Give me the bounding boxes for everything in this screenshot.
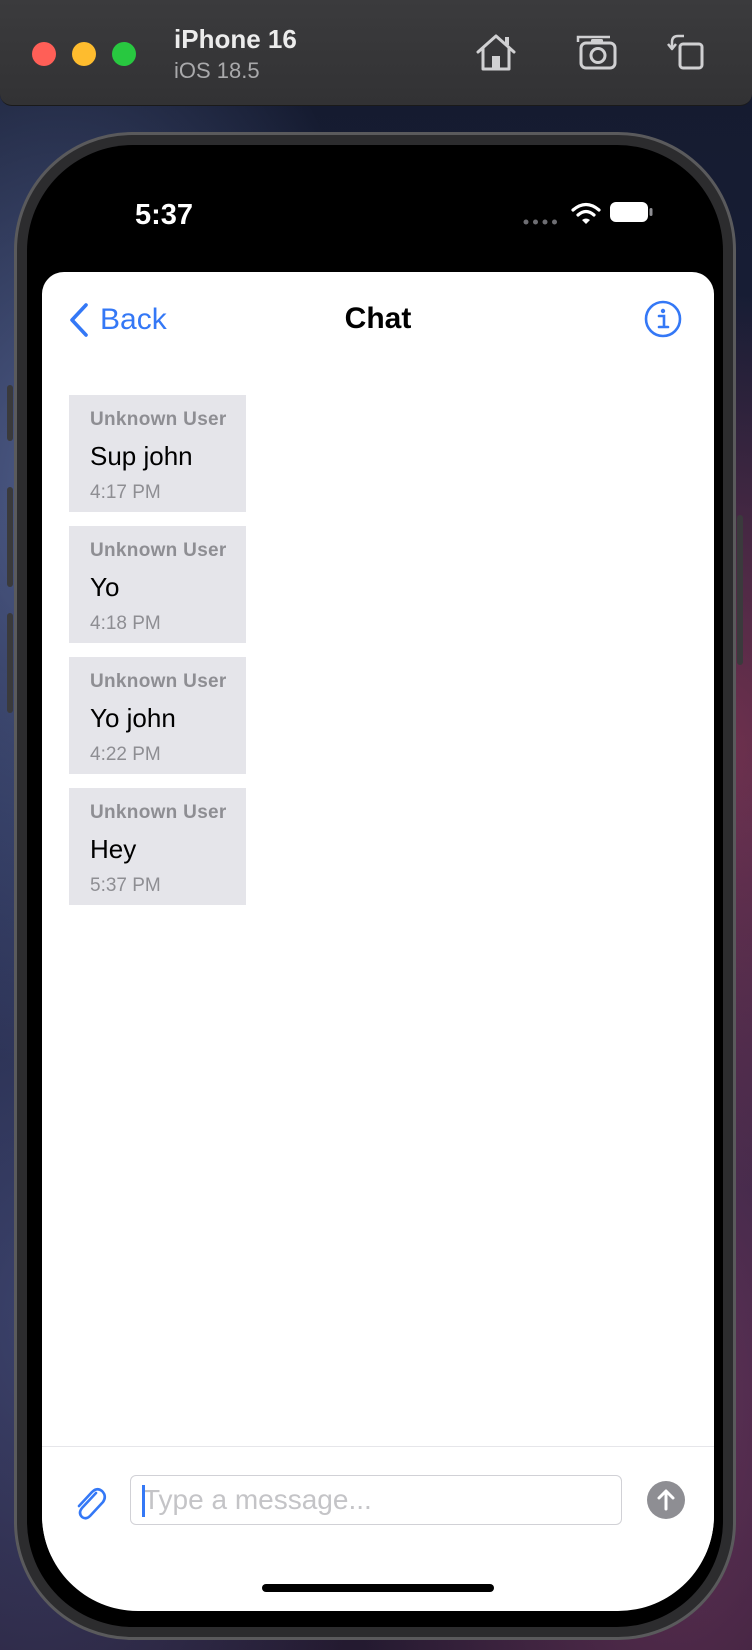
text-cursor	[142, 1485, 145, 1517]
message-text: Hey	[90, 834, 137, 864]
message-bubble: Unknown User Hey 5:37 PM	[69, 788, 246, 905]
volume-up-button	[7, 487, 13, 587]
message-time: 5:37 PM	[90, 875, 161, 896]
action-button	[7, 385, 13, 441]
message-text: Sup john	[90, 441, 193, 471]
close-window-button[interactable]	[32, 42, 56, 66]
home-icon[interactable]	[472, 30, 520, 74]
simulator-title-bar: iPhone 16 iOS 18.5	[0, 0, 752, 106]
os-version: iOS 18.5	[174, 58, 260, 83]
message-text: Yo	[90, 572, 120, 602]
message-time: 4:18 PM	[90, 613, 161, 634]
send-button[interactable]	[647, 1481, 685, 1519]
wifi-icon	[571, 202, 601, 224]
cellular-dots-icon	[523, 219, 557, 225]
message-sender: Unknown User	[90, 409, 227, 430]
arrow-up-icon	[657, 1489, 675, 1511]
home-indicator[interactable]	[262, 1584, 494, 1592]
message-input[interactable]	[130, 1475, 622, 1525]
rotate-icon[interactable]	[662, 30, 710, 74]
message-time: 4:22 PM	[90, 744, 161, 765]
page-title: Chat	[344, 302, 412, 335]
message-sender: Unknown User	[90, 802, 227, 823]
minimize-window-button[interactable]	[72, 42, 96, 66]
message-time: 4:17 PM	[90, 482, 161, 503]
battery-icon	[610, 202, 653, 222]
phone-screen: 5:37 Back Chat Unknown User Sup john 4:1…	[27, 145, 723, 1627]
message-sender: Unknown User	[90, 540, 227, 561]
zoom-window-button[interactable]	[112, 42, 136, 66]
status-time: 5:37	[135, 199, 194, 231]
navigation-bar: Back Chat	[42, 272, 714, 366]
paperclip-icon[interactable]	[72, 1483, 108, 1523]
message-bubble: Unknown User Yo 4:18 PM	[69, 526, 246, 643]
message-bubble: Unknown User Yo john 4:22 PM	[69, 657, 246, 774]
message-text: Yo john	[90, 703, 176, 733]
info-icon[interactable]	[644, 300, 682, 338]
device-name: iPhone 16	[174, 24, 297, 54]
side-button	[737, 515, 743, 665]
message-bubble: Unknown User Sup john 4:17 PM	[69, 395, 246, 512]
iphone-frame: 5:37 Back Chat Unknown User Sup john 4:1…	[7, 132, 743, 1640]
chat-screen: Back Chat Unknown User Sup john 4:17 PM …	[42, 272, 714, 1611]
message-list: Unknown User Sup john 4:17 PM Unknown Us…	[69, 395, 269, 919]
message-sender: Unknown User	[90, 671, 227, 692]
volume-down-button	[7, 613, 13, 713]
message-composer	[42, 1446, 714, 1556]
screenshot-camera-icon[interactable]	[572, 30, 620, 74]
